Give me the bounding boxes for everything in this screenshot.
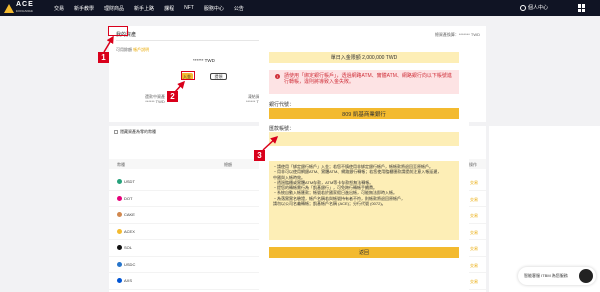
user-center-label: 個人中心	[527, 5, 548, 11]
coin-icon	[117, 278, 122, 283]
menu-item-finance[interactable]: 理財商品	[104, 5, 124, 12]
coin-cell: USDT	[117, 179, 135, 184]
coin-cell: ACEX	[117, 228, 135, 234]
menu-item-trade[interactable]: 交易	[54, 5, 64, 12]
logo-subtext: EXCHANGE	[16, 9, 34, 13]
coin-icon	[117, 228, 122, 234]
apps-grid-icon[interactable]	[578, 4, 586, 12]
bank-code-label: 銀行代號：	[269, 102, 295, 108]
logo[interactable]: ACE EXCHANGE	[4, 1, 44, 14]
annotation-box-2	[181, 71, 195, 80]
account-number-field[interactable]	[269, 132, 459, 146]
user-center-link[interactable]: 個人中心	[519, 4, 548, 11]
annotation-box-1	[108, 26, 128, 36]
deposit-modal: 單日入金限額 2,000,000 TWD ! 請使用「綁定銀行帳戶」，透過網路A…	[259, 38, 469, 292]
annotation-3: 3	[254, 150, 265, 161]
annotation-1: 1	[98, 52, 109, 63]
coin-cell: AXS	[117, 278, 132, 283]
checkbox-icon[interactable]	[114, 130, 118, 134]
account-info-link[interactable]: 帳戶說明	[133, 47, 149, 52]
menu-item-nft[interactable]: NFT	[184, 5, 194, 11]
coin-cell: DOT	[117, 195, 132, 201]
withdraw-button[interactable]: 提領	[210, 73, 227, 80]
top-navbar: ACE EXCHANGE 交易 新手教學 理財商品 新手上路 課程 NFT 服務中…	[0, 0, 600, 16]
col-total: 總額	[224, 162, 232, 167]
hide-zero-toggle[interactable]: 隱藏資產為零的幣種	[114, 129, 156, 135]
back-button[interactable]: 返回	[269, 247, 459, 258]
note-line: ・用非可以使用網銀ATM、實體ATM、網路銀行轉帳；若您使用臨櫃匯款請提前注意入…	[273, 169, 442, 175]
warning-icon: !	[275, 74, 280, 79]
user-icon	[519, 4, 526, 11]
available-balance-label: 可用餘額 帳戶說明	[116, 47, 150, 52]
note-line: 請勿以公司名義轉帳；凱基帳戶名稱 (ACE)；分行代號 (0072)。	[273, 201, 386, 207]
coin-cell: CAKE	[117, 212, 135, 217]
coin-cell: USDC	[117, 261, 135, 267]
chat-support-label: 智能客服 ITBM 為您服務	[524, 273, 568, 278]
coin-icon	[117, 195, 122, 201]
warning-text: 請使用「綁定銀行帳戶」，透過網路ATM、實體ATM、網路銀行向以下帳號進行轉帳，…	[284, 73, 452, 85]
chat-support-widget[interactable]: 智能客服 ITBM 為您服務	[518, 267, 596, 285]
coin-icon	[117, 261, 122, 267]
logo-mark-icon	[4, 3, 14, 13]
coin-icon	[117, 179, 122, 184]
coin-cell: SOL	[117, 245, 132, 250]
menu-item-announcement[interactable]: 公告	[234, 5, 244, 12]
repaying-assets: 還款中資產 ****** TWD	[145, 94, 165, 104]
warning-box: ! 請使用「綁定銀行帳戶」，透過網路ATM、實體ATM、網路銀行向以下帳號進行轉…	[269, 70, 459, 94]
logo-text: ACE	[16, 1, 34, 8]
col-coin: 幣種	[117, 162, 125, 167]
main-menu: 交易 新手教學 理財商品 新手上路 課程 NFT 服務中心 公告	[54, 0, 244, 16]
menu-item-service[interactable]: 服務中心	[204, 5, 224, 12]
menu-item-beginner[interactable]: 新手上路	[134, 5, 154, 12]
coin-icon	[117, 245, 122, 250]
col-action: 操作	[469, 162, 477, 167]
menu-item-course[interactable]: 課程	[164, 5, 174, 12]
divider	[116, 40, 276, 41]
bank-code-value: 809 凱基商業銀行	[269, 108, 459, 119]
daily-limit-banner: 單日入金限額 2,000,000 TWD	[269, 52, 459, 63]
balance-value: ****** TWD	[193, 58, 215, 63]
account-number-label: 匯款帳號：	[269, 126, 295, 132]
coin-icon	[117, 212, 122, 217]
chatbot-avatar-icon	[578, 268, 594, 284]
deposit-notes: ・請使用「綁定銀行帳戶」入金；若您不慎使用非綁定銀行帳戶，帳帳款將退回至原帳戶。…	[269, 161, 459, 240]
annotation-2: 2	[167, 91, 178, 102]
menu-item-tutorial[interactable]: 新手教學	[74, 5, 94, 12]
